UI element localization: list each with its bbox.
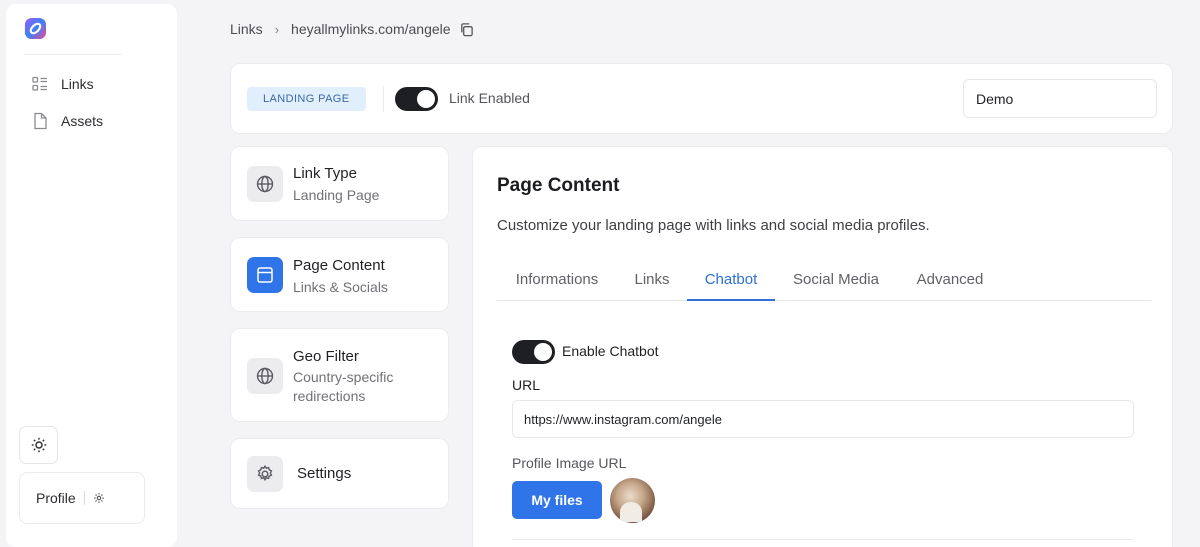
list-icon bbox=[32, 76, 47, 91]
tab-advanced[interactable]: Advanced bbox=[897, 267, 1003, 301]
chatbot-url-input[interactable] bbox=[512, 400, 1134, 438]
chevron-right-icon: › bbox=[274, 21, 280, 37]
header-divider bbox=[383, 86, 384, 112]
card-page-content[interactable]: Page Content Links & Socials bbox=[230, 237, 449, 312]
page-description: Customize your landing page with links a… bbox=[497, 217, 930, 234]
sidebar: Links Assets Profile bbox=[0, 0, 178, 547]
card-geo-filter[interactable]: Geo Filter Country-specific redirections bbox=[230, 328, 449, 422]
profile-button[interactable]: Profile bbox=[19, 472, 145, 524]
link-enabled-label: Link Enabled bbox=[449, 90, 530, 106]
link-type-badge: LANDING PAGE bbox=[247, 87, 366, 111]
profile-image-label: Profile Image URL bbox=[512, 455, 627, 471]
enable-chatbot-toggle[interactable] bbox=[512, 340, 555, 364]
enable-chatbot-label: Enable Chatbot bbox=[562, 343, 659, 359]
card-link-type[interactable]: Link Type Landing Page bbox=[230, 146, 449, 221]
page-content-panel: Page Content Customize your landing page… bbox=[472, 146, 1173, 547]
tab-links[interactable]: Links bbox=[621, 267, 683, 301]
card-icon-box bbox=[247, 358, 283, 394]
link-name-input[interactable] bbox=[963, 79, 1157, 118]
card-icon-box bbox=[247, 456, 283, 492]
profile-label: Profile bbox=[36, 490, 76, 506]
sidebar-item-label: Links bbox=[61, 76, 94, 92]
app-logo-icon[interactable] bbox=[24, 17, 47, 40]
gear-icon[interactable] bbox=[93, 492, 105, 504]
sun-icon bbox=[31, 437, 46, 453]
breadcrumb-root[interactable]: Links bbox=[230, 21, 263, 37]
sidebar-item-label: Assets bbox=[61, 113, 104, 129]
card-subtitle: Links & Socials bbox=[293, 279, 388, 295]
link-header-bar: LANDING PAGE Link Enabled bbox=[230, 63, 1173, 134]
theme-toggle-button[interactable] bbox=[19, 426, 58, 464]
sidebar-item-assets[interactable]: Assets bbox=[31, 110, 103, 132]
tab-social-media[interactable]: Social Media bbox=[781, 267, 891, 301]
tab-bar: Informations Links Chatbot Social Media … bbox=[497, 267, 1151, 301]
window-icon bbox=[257, 267, 273, 283]
breadcrumb-current: heyallmylinks.com/angele bbox=[291, 21, 451, 37]
sidebar-divider bbox=[24, 54, 122, 55]
card-title: Settings bbox=[297, 465, 352, 482]
globe-icon bbox=[256, 367, 274, 385]
tab-chatbot[interactable]: Chatbot bbox=[687, 267, 775, 301]
card-icon-box bbox=[247, 166, 283, 202]
card-settings[interactable]: Settings bbox=[230, 438, 449, 509]
card-title: Page Content bbox=[293, 257, 385, 274]
tab-informations[interactable]: Informations bbox=[497, 267, 617, 301]
url-label: URL bbox=[512, 377, 541, 393]
profile-image-avatar bbox=[610, 478, 655, 523]
globe-icon bbox=[256, 175, 274, 193]
page-title: Page Content bbox=[497, 175, 620, 196]
card-title: Link Type bbox=[293, 165, 357, 182]
link-enabled-toggle[interactable] bbox=[395, 87, 438, 111]
gear-icon bbox=[257, 464, 273, 482]
my-files-button[interactable]: My files bbox=[512, 481, 602, 519]
section-divider bbox=[512, 539, 1134, 540]
card-icon-box bbox=[247, 257, 283, 293]
file-icon bbox=[34, 112, 47, 130]
copy-icon[interactable] bbox=[459, 22, 474, 37]
card-subtitle: Country-specific redirections bbox=[293, 369, 394, 404]
card-title: Geo Filter bbox=[293, 348, 359, 365]
profile-separator bbox=[83, 491, 85, 505]
breadcrumb: Links › heyallmylinks.com/angele bbox=[230, 20, 474, 38]
card-subtitle: Landing Page bbox=[293, 187, 380, 203]
sidebar-item-links[interactable]: Links bbox=[31, 73, 94, 95]
